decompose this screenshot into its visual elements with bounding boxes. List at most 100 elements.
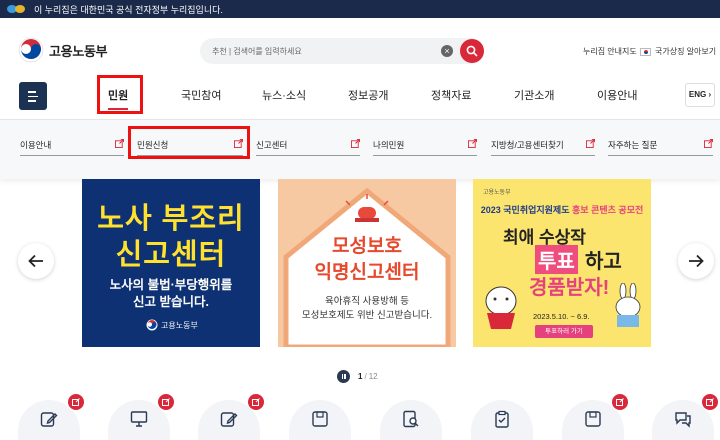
pause-icon[interactable]	[337, 370, 350, 383]
site-logo[interactable]: 고용노동부	[18, 37, 108, 63]
quick-service-item[interactable]	[652, 394, 718, 440]
save-icon	[585, 411, 601, 427]
search-button[interactable]	[460, 39, 484, 63]
nav-item-news[interactable]: 뉴스·소식	[262, 87, 306, 103]
slide-body-line: 육아휴직 사용방해 등	[325, 296, 409, 307]
external-badge	[158, 394, 174, 410]
slide-body-line: 모성보호제도 위반 신고받습니다.	[301, 310, 433, 321]
clear-search-button[interactable]: ×	[441, 45, 453, 57]
slide-title-line: 익명신고센터	[314, 262, 420, 283]
national-symbols-label: 국가상징 알아보기	[655, 47, 717, 56]
mascot-illustration	[485, 286, 517, 329]
slide-body-line: 신고 받습니다.	[133, 295, 209, 309]
submenu-item-guide[interactable]: 이용안내	[20, 136, 124, 156]
carousel-slide[interactable]: 노사 부조리 신고센터 노사의 불법·부당행위를 신고 받습니다. 고용노동부	[82, 179, 260, 347]
korea-flag-icon	[640, 47, 651, 56]
external-badge	[612, 394, 628, 410]
carousel-slide[interactable]: 고용노동부 2023 국민취업지원제도 홍보 콘텐츠 공모전 최애 수상작 투표…	[473, 179, 651, 347]
slide-vote-suffix: 하고	[585, 251, 622, 273]
logo-text: 고용노동부	[49, 43, 108, 59]
slide-title-highlight: 홍보 콘텐츠 공모전	[572, 205, 644, 215]
document-search-icon	[403, 410, 419, 428]
quick-services	[0, 394, 720, 440]
rabbit-illustration	[615, 283, 641, 327]
national-symbols-link[interactable]: 국가상징 알아보기	[640, 46, 716, 57]
submenu-item-find-office[interactable]: 지방청/고용센터찾기	[491, 136, 595, 156]
carousel-pager: 1 / 12	[337, 370, 378, 383]
edit-icon	[40, 412, 58, 427]
quick-service-item[interactable]	[289, 400, 351, 440]
carousel-slide[interactable]: 모성보호 익명신고센터 육아휴직 사용방해 등 모성보호제도 위반 신고받습니다…	[278, 179, 456, 347]
submenu-item-faq[interactable]: 자주하는 질문	[608, 136, 713, 156]
submenu-item-label: 이용안내	[20, 140, 52, 150]
save-icon	[312, 411, 328, 427]
search-bar: ×	[200, 38, 484, 64]
gov-banner: 이 누리집은 대한민국 공식 전자정부 누리집입니다.	[0, 0, 720, 18]
external-link-icon	[468, 139, 477, 148]
slide-title: 2023 국민취업지원제도 홍보 콘텐츠 공모전	[473, 203, 651, 216]
language-button[interactable]: ENG ›	[685, 83, 715, 107]
quick-service-item[interactable]	[562, 394, 628, 440]
external-link-icon	[351, 139, 360, 148]
write-icon	[220, 412, 238, 427]
all-menu-button[interactable]	[19, 82, 47, 110]
site-map-link[interactable]: 누리집 안내지도	[583, 46, 637, 57]
civil-submenu: 이용안내 민원신청 신고센터 나의민원 지방청/고용센터찾기 자주하는 질문	[0, 119, 720, 179]
highlight-box-submenu	[128, 126, 250, 159]
arrow-right-icon	[689, 254, 704, 268]
ministry-emblem-icon	[18, 37, 44, 63]
quick-service-item[interactable]	[18, 394, 84, 440]
external-link-icon	[704, 139, 713, 148]
submenu-item-label: 신고센터	[256, 140, 288, 150]
slide-logo: 고용노동부	[146, 319, 198, 331]
arrow-left-icon	[28, 254, 43, 268]
quick-service-item[interactable]	[380, 400, 442, 440]
external-link-icon	[616, 398, 624, 406]
slide-vote-word: 투표	[535, 245, 578, 274]
submenu-item-label: 자주하는 질문	[608, 140, 658, 150]
nav-item-participation[interactable]: 국민참여	[181, 87, 221, 103]
nav-item-policy[interactable]: 정책자료	[431, 87, 471, 103]
nav-item-about[interactable]: 기관소개	[514, 87, 554, 103]
slide-title-line: 신고센터	[115, 239, 227, 271]
external-badge	[248, 394, 264, 410]
chat-icon	[675, 412, 691, 428]
header: 고용노동부 × 누리집 안내지도 국가상징 알아보기	[0, 18, 720, 78]
external-link-icon	[252, 398, 260, 406]
vote-button[interactable]: 투표하러 가기	[535, 325, 593, 338]
quick-service-item[interactable]	[198, 394, 264, 440]
external-badge	[702, 394, 718, 410]
menu-icon-line	[28, 95, 38, 97]
submenu-item-report-center[interactable]: 신고센터	[256, 136, 360, 156]
carousel-prev-button[interactable]	[18, 243, 54, 279]
banner-carousel: 노사 부조리 신고센터 노사의 불법·부당행위를 신고 받습니다. 고용노동부 …	[0, 179, 720, 354]
menu-icon-line	[28, 91, 36, 93]
quick-service-item[interactable]	[471, 400, 533, 440]
highlight-box-nav	[97, 75, 143, 114]
slide-title-line: 모성보호	[332, 236, 402, 257]
carousel-next-button[interactable]	[678, 243, 714, 279]
slide-big-line: 경품받자!	[529, 277, 610, 299]
external-link-icon	[115, 139, 124, 148]
slide-date: 2023.5.10. ~ 6.9.	[533, 312, 590, 321]
external-link-icon	[162, 398, 170, 406]
gov-banner-text: 이 누리집은 대한민국 공식 전자정부 누리집입니다.	[34, 4, 223, 15]
monitor-icon	[130, 411, 148, 427]
ministry-emblem-icon	[146, 319, 158, 331]
external-link-icon	[706, 398, 714, 406]
total-pages: 12	[368, 372, 378, 381]
slide-title-prefix: 2023 국민취업지원제도	[480, 205, 570, 215]
submenu-item-label: 나의민원	[373, 140, 405, 150]
search-input[interactable]	[212, 43, 432, 59]
gov-emblem-icon	[7, 5, 25, 13]
nav-item-info-disclosure[interactable]: 정보공개	[348, 87, 388, 103]
clipboard-check-icon	[495, 410, 509, 428]
slide-logo-text: 고용노동부	[161, 320, 198, 330]
menu-icon-line	[28, 100, 36, 102]
nav-item-guide[interactable]: 이용안내	[597, 87, 637, 103]
external-link-icon	[72, 398, 80, 406]
submenu-item-label: 지방청/고용센터찾기	[491, 140, 564, 150]
external-link-icon	[586, 139, 595, 148]
submenu-item-my-civil[interactable]: 나의민원	[373, 136, 477, 156]
quick-service-item[interactable]	[108, 394, 174, 440]
